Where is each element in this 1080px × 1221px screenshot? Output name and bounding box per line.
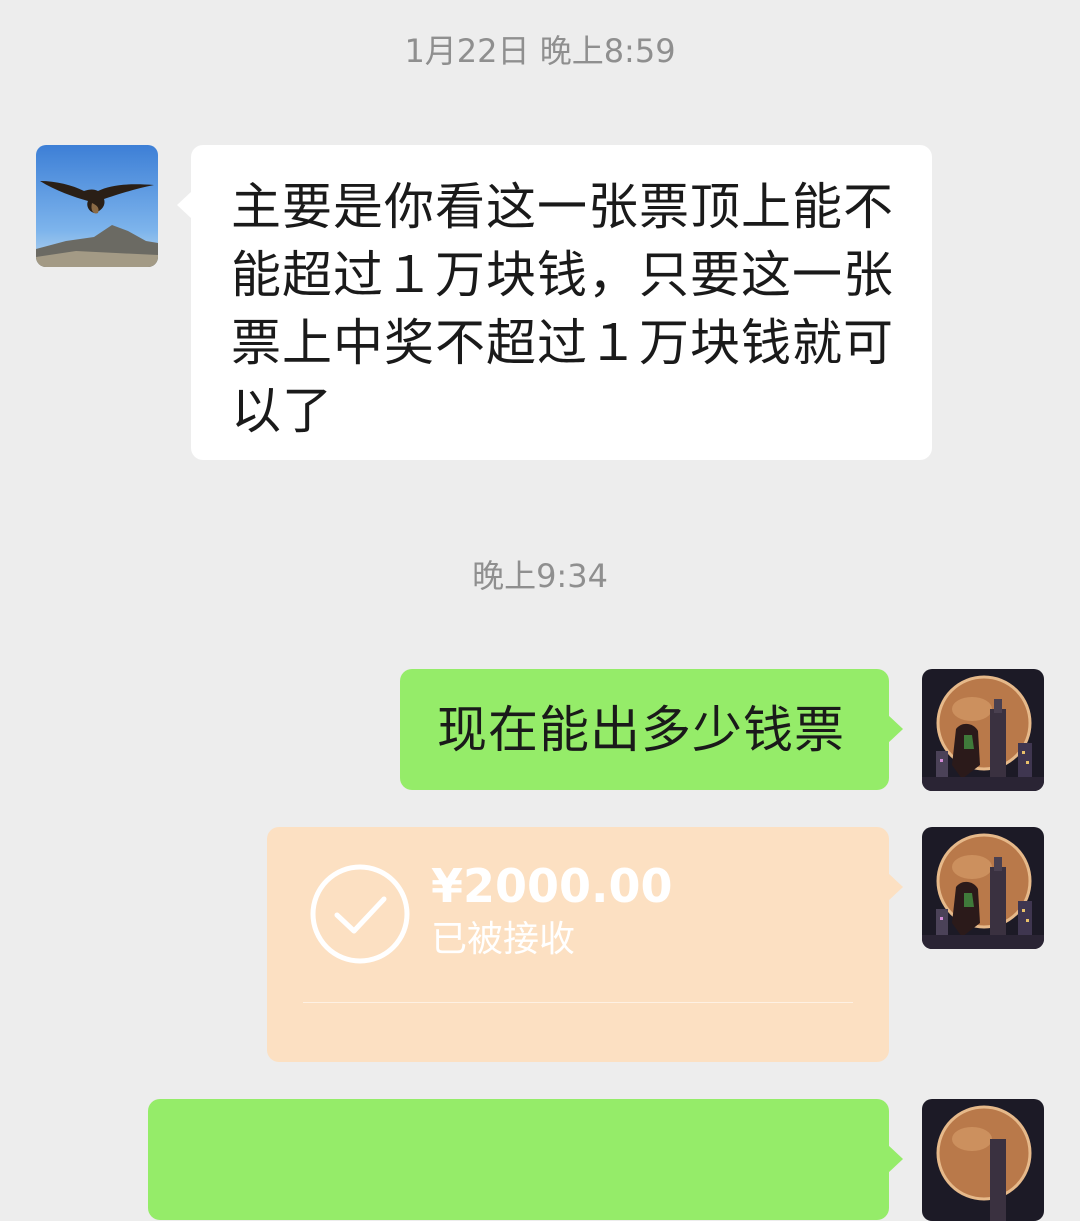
incoming-message-bubble[interactable]: 主要是你看这一张票顶上能不能超过１万块钱，只要这一张票上中奖不超过１万块钱就可以…: [177, 145, 932, 460]
transfer-status: 已被接收: [431, 919, 576, 960]
check-circle-icon: [310, 864, 410, 964]
eagle-avatar-image: [36, 145, 158, 267]
outgoing-message-bubble[interactable]: 现在能出多少钱票: [400, 669, 903, 790]
bubble-tail: [177, 191, 192, 219]
transfer-amount: ¥2000.00: [431, 859, 673, 913]
my-avatar[interactable]: [922, 1099, 1044, 1221]
my-avatar[interactable]: [922, 827, 1044, 949]
bubble-tail: [888, 715, 903, 743]
message-text: 主要是你看这一张票顶上能不能超过１万块钱，只要这一张票上中奖不超过１万块钱就可以…: [231, 178, 894, 440]
contact-avatar[interactable]: [36, 145, 158, 267]
divider: [303, 1002, 853, 1003]
outgoing-message-bubble[interactable]: [148, 1099, 903, 1220]
message-text: 现在能出多少钱票: [437, 701, 845, 759]
moon-city-avatar-image: [922, 1099, 1044, 1221]
my-avatar[interactable]: [922, 669, 1044, 791]
transfer-card[interactable]: ¥2000.00 已被接收: [267, 827, 903, 1062]
moon-city-avatar-image: [922, 669, 1044, 791]
moon-city-avatar-image: [922, 827, 1044, 949]
timestamp: 晚上9:34: [472, 557, 608, 595]
bubble-tail: [888, 1145, 903, 1173]
timestamp: 1月22日 晚上8:59: [404, 32, 676, 70]
bubble-tail: [888, 873, 903, 901]
